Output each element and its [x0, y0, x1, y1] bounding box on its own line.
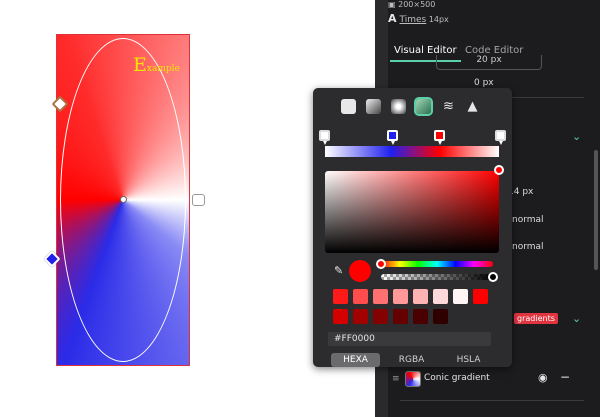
padding-value[interactable]: 0 px	[474, 78, 494, 88]
alpha-slider-knob[interactable]	[488, 272, 498, 282]
example-text-initial: E	[133, 54, 147, 76]
layer-name: Conic gradient	[424, 373, 490, 383]
hue-slider-knob[interactable]	[376, 259, 386, 269]
color-swatch[interactable]	[373, 309, 388, 324]
gradient-picker-popover: ≋ ▲ ✎ #FF0000 HEXA RGBA HSLA	[313, 88, 512, 367]
color-swatch[interactable]	[393, 289, 408, 304]
example-text: Example	[133, 54, 180, 76]
color-swatch[interactable]	[353, 289, 368, 304]
image-type-icon[interactable]: ▲	[465, 99, 480, 114]
color-swatch[interactable]	[413, 309, 428, 324]
color-swatch[interactable]	[433, 289, 448, 304]
hex-input[interactable]: #FF0000	[328, 332, 491, 346]
gradients-badge: gradients	[514, 313, 558, 324]
color-swatch[interactable]	[433, 309, 448, 324]
mode-button-hexa[interactable]: HEXA	[331, 353, 380, 367]
divider	[400, 400, 584, 401]
conic-gradient-type-button[interactable]	[414, 97, 433, 116]
padding-input[interactable]: 20 px	[436, 55, 542, 70]
font-icon: A	[388, 12, 397, 25]
radial-gradient-type-button[interactable]	[391, 99, 406, 114]
hue-slider[interactable]	[381, 261, 493, 267]
gradient-angle-handle[interactable]	[192, 194, 205, 206]
color-swatch[interactable]	[393, 309, 408, 324]
chevron-down-icon[interactable]: ⌄	[572, 130, 581, 143]
font-size-label: 14px	[428, 15, 449, 24]
mode-button-rgba[interactable]: RGBA	[387, 353, 436, 367]
color-swatch[interactable]	[453, 289, 468, 304]
solid-type-button[interactable]	[341, 99, 356, 114]
pattern-type-icon[interactable]: ≋	[441, 99, 456, 114]
alpha-slider[interactable]	[381, 274, 493, 280]
mode-button-hsla[interactable]: HSLA	[444, 353, 493, 367]
gradient-stop-marker[interactable]	[387, 130, 398, 145]
eye-icon[interactable]: ◉	[538, 371, 548, 384]
font-label: A Times 14px	[388, 12, 449, 25]
color-swatch[interactable]	[373, 289, 388, 304]
remove-layer-button[interactable]: −	[560, 370, 570, 384]
linear-gradient-type-button[interactable]	[366, 99, 381, 114]
saturation-value-area[interactable]	[325, 171, 499, 253]
color-swatch[interactable]	[473, 289, 488, 304]
saturation-cursor[interactable]	[494, 165, 504, 175]
color-preview	[349, 260, 371, 282]
conic-gradient-thumbnail	[405, 371, 421, 387]
font-style-value[interactable]: normal	[512, 242, 544, 252]
font-name-link[interactable]: Times	[400, 15, 427, 25]
color-swatch[interactable]	[353, 309, 368, 324]
color-swatch[interactable]	[413, 289, 428, 304]
example-text-rest: xample	[146, 64, 180, 74]
layer-row[interactable]: ≡ Conic gradient ◉ −	[392, 369, 582, 391]
gradient-stops-bar[interactable]	[325, 146, 499, 157]
scrollbar[interactable]	[594, 150, 598, 270]
eyedropper-icon[interactable]: ✎	[334, 264, 343, 277]
gradient-stop-marker[interactable]	[495, 130, 506, 145]
chevron-down-icon[interactable]: ⌄	[572, 312, 581, 325]
drag-handle-icon[interactable]: ≡	[392, 374, 400, 384]
font-weight-value[interactable]: normal	[512, 215, 544, 225]
size-label: ▣ 200×500	[388, 0, 436, 9]
color-swatch[interactable]	[333, 309, 348, 324]
gradient-stop-marker[interactable]	[319, 130, 330, 145]
gradient-center-handle[interactable]	[120, 196, 127, 203]
gradient-stop-marker[interactable]	[434, 130, 445, 145]
color-swatch[interactable]	[333, 289, 348, 304]
